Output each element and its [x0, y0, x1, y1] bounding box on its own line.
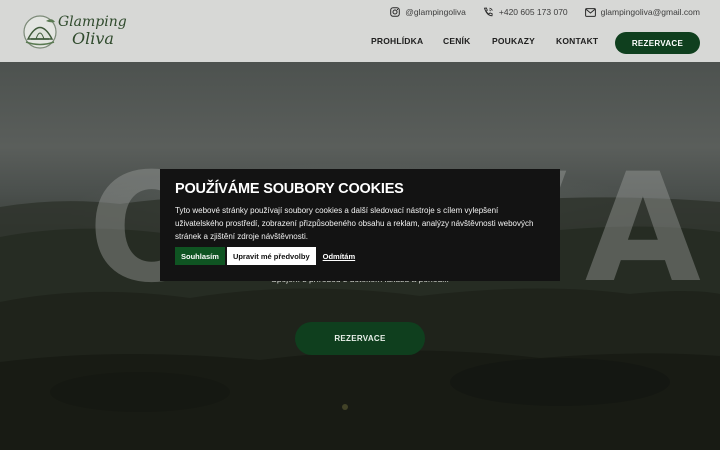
cookie-preferences-button[interactable]: Upravit mé předvolby	[226, 247, 316, 265]
phone-number: +420 605 173 070	[498, 7, 568, 17]
logo-dome-icon	[23, 15, 57, 49]
reserve-button-hero[interactable]: REZERVACE	[295, 322, 425, 355]
nav-item-cenik[interactable]: CENÍK	[443, 36, 492, 50]
instagram-handle: @glampingoliva	[405, 7, 466, 17]
email-link[interactable]: glampingoliva@gmail.com	[584, 7, 700, 17]
nav-item-poukazy[interactable]: POUKAZY	[492, 36, 556, 50]
logo-text-line1: Glamping	[58, 14, 127, 30]
cookie-actions: Souhlasím Upravit mé předvolby Odmítám	[175, 247, 355, 265]
nav-item-kontakt[interactable]: KONTAKT	[556, 36, 606, 50]
email-address: glampingoliva@gmail.com	[600, 7, 700, 17]
logo-text-line2: Oliva	[72, 29, 114, 48]
instagram-link[interactable]: @glampingoliva	[390, 7, 466, 17]
instagram-icon	[390, 7, 401, 17]
cookie-decline-link[interactable]: Odmítám	[323, 252, 356, 261]
phone-link[interactable]: +420 605 173 070	[483, 7, 568, 17]
nav-item-prohlidka[interactable]: PROHLÍDKA	[371, 36, 443, 50]
cookie-consent-dialog: POUŽÍVÁME SOUBORY COOKIES Tyto webové st…	[160, 169, 560, 281]
cookie-text: Tyto webové stránky používají soubory co…	[175, 205, 534, 241]
contact-bar: @glampingoliva +420 605 173 070 glamping…	[390, 5, 700, 19]
cookie-accept-button[interactable]: Souhlasím	[175, 247, 225, 265]
cookie-title: POUŽÍVÁME SOUBORY COOKIES	[175, 181, 404, 197]
email-icon	[584, 7, 596, 17]
logo[interactable]: Glamping Oliva	[22, 12, 127, 52]
phone-icon	[483, 7, 493, 17]
reserve-button-header[interactable]: REZERVACE	[615, 32, 700, 54]
site-header: Glamping Oliva @glampingoliva +420 605 1…	[0, 0, 720, 62]
main-nav: PROHLÍDKA CENÍK POUKAZY KONTAKT	[371, 36, 606, 50]
